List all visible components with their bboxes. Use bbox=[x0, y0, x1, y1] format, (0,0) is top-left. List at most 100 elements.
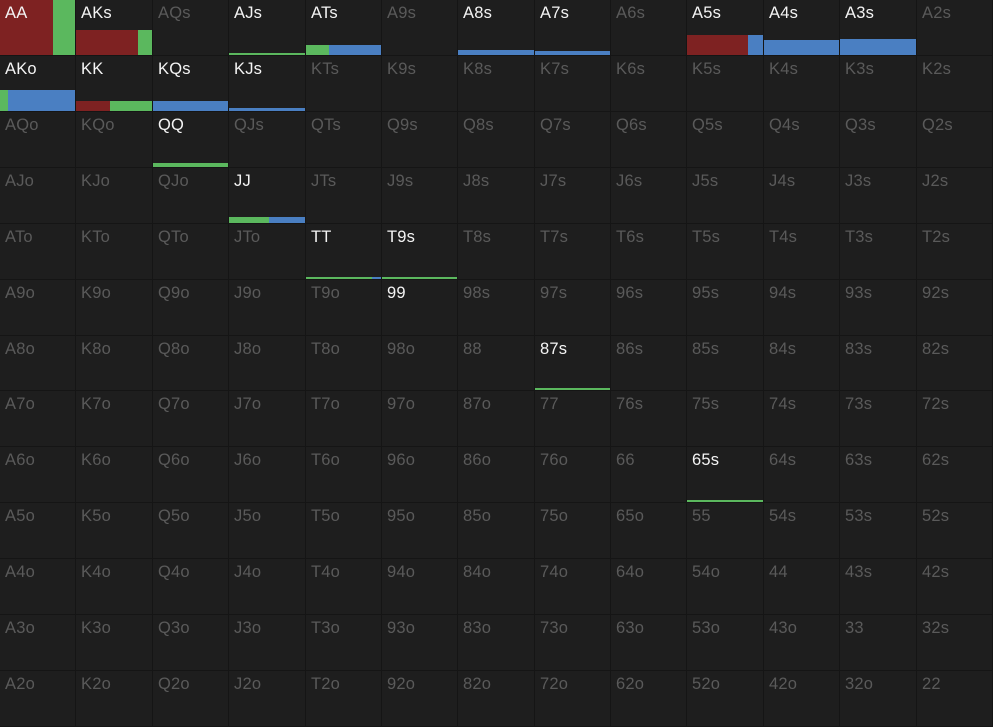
hand-cell[interactable]: Q7o bbox=[153, 391, 228, 446]
hand-cell[interactable]: A5o bbox=[0, 503, 75, 558]
hand-cell[interactable]: J9o bbox=[229, 280, 305, 335]
hand-cell[interactable]: 72s bbox=[917, 391, 992, 446]
hand-cell[interactable]: Q4o bbox=[153, 559, 228, 614]
hand-cell[interactable]: AJo bbox=[0, 168, 75, 223]
hand-cell[interactable]: A7o bbox=[0, 391, 75, 446]
hand-cell[interactable]: T9o bbox=[306, 280, 381, 335]
hand-cell[interactable]: Q5o bbox=[153, 503, 228, 558]
hand-cell[interactable]: JTs bbox=[306, 168, 381, 223]
hand-cell[interactable]: AKs bbox=[76, 0, 152, 55]
hand-cell[interactable]: 52o bbox=[687, 671, 763, 726]
hand-cell[interactable]: 97o bbox=[382, 391, 457, 446]
hand-cell[interactable]: AQs bbox=[153, 0, 228, 55]
hand-cell[interactable]: 85o bbox=[458, 503, 534, 558]
hand-cell[interactable]: 74s bbox=[764, 391, 839, 446]
hand-cell[interactable]: QJs bbox=[229, 112, 305, 167]
hand-cell[interactable]: 54o bbox=[687, 559, 763, 614]
hand-cell[interactable]: 63o bbox=[611, 615, 686, 670]
hand-cell[interactable]: 44 bbox=[764, 559, 839, 614]
hand-cell[interactable]: Q5s bbox=[687, 112, 763, 167]
hand-cell[interactable]: 63s bbox=[840, 447, 916, 502]
hand-cell[interactable]: 88 bbox=[458, 336, 534, 390]
hand-cell[interactable]: J3s bbox=[840, 168, 916, 223]
hand-cell[interactable]: A3s bbox=[840, 0, 916, 55]
hand-cell[interactable]: A4o bbox=[0, 559, 75, 614]
hand-cell[interactable]: A9s bbox=[382, 0, 457, 55]
hand-cell[interactable]: TT bbox=[306, 224, 381, 279]
hand-cell[interactable]: 92s bbox=[917, 280, 992, 335]
hand-cell[interactable]: K9s bbox=[382, 56, 457, 111]
hand-cell[interactable]: T9s bbox=[382, 224, 457, 279]
hand-cell[interactable]: 94s bbox=[764, 280, 839, 335]
hand-cell[interactable]: KTs bbox=[306, 56, 381, 111]
hand-cell[interactable]: 22 bbox=[917, 671, 992, 726]
hand-cell[interactable]: AA bbox=[0, 0, 75, 55]
hand-cell[interactable]: 76o bbox=[535, 447, 610, 502]
hand-cell[interactable]: Q2s bbox=[917, 112, 992, 167]
hand-cell[interactable]: QJo bbox=[153, 168, 228, 223]
hand-cell[interactable]: 92o bbox=[382, 671, 457, 726]
hand-cell[interactable]: Q3o bbox=[153, 615, 228, 670]
hand-cell[interactable]: 73o bbox=[535, 615, 610, 670]
hand-cell[interactable]: J4s bbox=[764, 168, 839, 223]
hand-cell[interactable]: 33 bbox=[840, 615, 916, 670]
hand-cell[interactable]: T7o bbox=[306, 391, 381, 446]
hand-cell[interactable]: 52s bbox=[917, 503, 992, 558]
hand-cell[interactable]: J2o bbox=[229, 671, 305, 726]
hand-cell[interactable]: 65s bbox=[687, 447, 763, 502]
hand-cell[interactable]: K7s bbox=[535, 56, 610, 111]
hand-cell[interactable]: K6s bbox=[611, 56, 686, 111]
hand-cell[interactable]: Q2o bbox=[153, 671, 228, 726]
hand-cell[interactable]: QQ bbox=[153, 112, 228, 167]
hand-cell[interactable]: T2o bbox=[306, 671, 381, 726]
hand-cell[interactable]: QTs bbox=[306, 112, 381, 167]
hand-cell[interactable]: 72o bbox=[535, 671, 610, 726]
hand-cell[interactable]: 75s bbox=[687, 391, 763, 446]
hand-cell[interactable]: 93s bbox=[840, 280, 916, 335]
hand-cell[interactable]: T3s bbox=[840, 224, 916, 279]
hand-cell[interactable]: K9o bbox=[76, 280, 152, 335]
hand-cell[interactable]: T4s bbox=[764, 224, 839, 279]
hand-cell[interactable]: KQo bbox=[76, 112, 152, 167]
hand-cell[interactable]: A7s bbox=[535, 0, 610, 55]
hand-cell[interactable]: 75o bbox=[535, 503, 610, 558]
hand-cell[interactable]: 64s bbox=[764, 447, 839, 502]
hand-cell[interactable]: 42o bbox=[764, 671, 839, 726]
hand-cell[interactable]: A2o bbox=[0, 671, 75, 726]
hand-cell[interactable]: A8s bbox=[458, 0, 534, 55]
hand-cell[interactable]: 32s bbox=[917, 615, 992, 670]
hand-cell[interactable]: J9s bbox=[382, 168, 457, 223]
hand-cell[interactable]: KTo bbox=[76, 224, 152, 279]
hand-cell[interactable]: KJo bbox=[76, 168, 152, 223]
hand-cell[interactable]: T6s bbox=[611, 224, 686, 279]
hand-cell[interactable]: A5s bbox=[687, 0, 763, 55]
hand-cell[interactable]: K2s bbox=[917, 56, 992, 111]
hand-cell[interactable]: 96o bbox=[382, 447, 457, 502]
hand-cell[interactable]: 76s bbox=[611, 391, 686, 446]
hand-cell[interactable]: 94o bbox=[382, 559, 457, 614]
hand-cell[interactable]: 53o bbox=[687, 615, 763, 670]
hand-cell[interactable]: 43o bbox=[764, 615, 839, 670]
hand-cell[interactable]: 86o bbox=[458, 447, 534, 502]
hand-cell[interactable]: J4o bbox=[229, 559, 305, 614]
hand-cell[interactable]: K4s bbox=[764, 56, 839, 111]
hand-cell[interactable]: T3o bbox=[306, 615, 381, 670]
hand-cell[interactable]: 86s bbox=[611, 336, 686, 390]
hand-cell[interactable]: 83s bbox=[840, 336, 916, 390]
hand-cell[interactable]: 43s bbox=[840, 559, 916, 614]
hand-cell[interactable]: A6o bbox=[0, 447, 75, 502]
hand-cell[interactable]: 53s bbox=[840, 503, 916, 558]
hand-cell[interactable]: 87o bbox=[458, 391, 534, 446]
hand-cell[interactable]: 62s bbox=[917, 447, 992, 502]
hand-cell[interactable]: T8s bbox=[458, 224, 534, 279]
hand-cell[interactable]: AQo bbox=[0, 112, 75, 167]
hand-cell[interactable]: 55 bbox=[687, 503, 763, 558]
hand-cell[interactable]: KK bbox=[76, 56, 152, 111]
hand-cell[interactable]: J6o bbox=[229, 447, 305, 502]
hand-cell[interactable]: 98s bbox=[458, 280, 534, 335]
hand-cell[interactable]: Q4s bbox=[764, 112, 839, 167]
hand-cell[interactable]: 85s bbox=[687, 336, 763, 390]
hand-cell[interactable]: Q9s bbox=[382, 112, 457, 167]
hand-cell[interactable]: 74o bbox=[535, 559, 610, 614]
hand-cell[interactable]: 95s bbox=[687, 280, 763, 335]
